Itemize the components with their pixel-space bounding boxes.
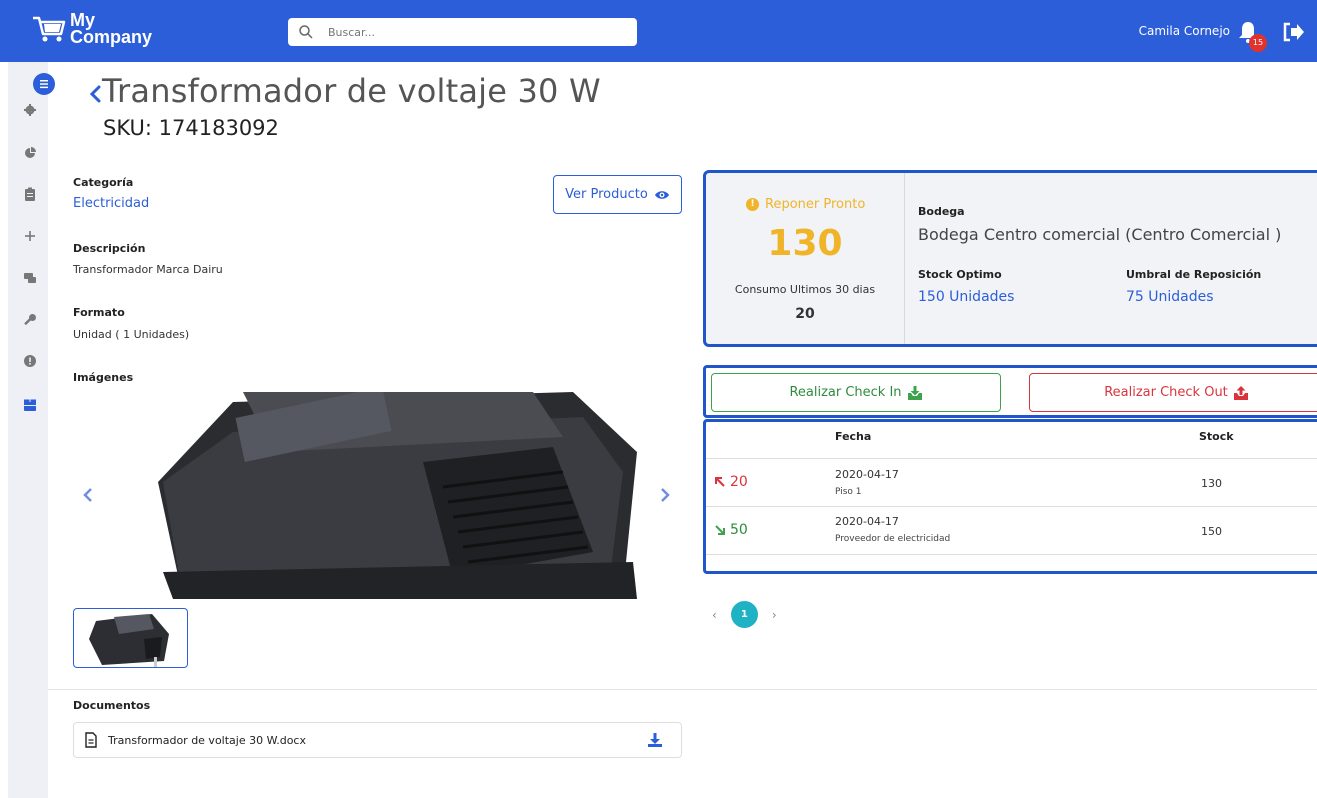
date-column-header: Fecha	[835, 430, 872, 443]
category-label: Categoría	[73, 176, 134, 189]
check-in-label: Realizar Check In	[789, 385, 902, 400]
check-actions-panel: Realizar Check In Realizar Check Out	[703, 365, 1317, 418]
arrow-down-right-icon	[715, 525, 725, 535]
next-page-button[interactable]: ›	[772, 608, 777, 622]
warning-icon: !	[746, 198, 759, 211]
movement-qty-value: 20	[730, 474, 748, 490]
documents-label: Documentos	[73, 699, 151, 712]
images-label: Imágenes	[73, 371, 134, 384]
current-stock-value: 130	[767, 223, 843, 264]
sidebar-item-products[interactable]	[22, 397, 38, 413]
movements-table: Fecha Stock 20 2020-04-17 Piso 1 130 50 …	[703, 419, 1317, 574]
document-item[interactable]: Transformador de voltaje 30 W.docx	[73, 722, 682, 758]
check-in-button[interactable]: Realizar Check In	[711, 373, 1001, 412]
brand-logo[interactable]: My Company	[32, 11, 153, 47]
pagination: ‹ 1 ›	[712, 601, 777, 628]
movement-note: Piso 1	[835, 487, 862, 497]
download-icon[interactable]	[647, 732, 663, 748]
check-out-label: Realizar Check Out	[1104, 385, 1228, 400]
clipboard-icon	[25, 187, 35, 201]
movement-date: 2020-04-17	[835, 515, 899, 528]
view-product-button[interactable]: Ver Producto	[553, 175, 682, 214]
gear-icon	[24, 104, 36, 116]
description-label: Descripción	[73, 242, 146, 255]
panel-divider	[904, 173, 905, 344]
product-sku: SKU: 174183092	[103, 116, 279, 140]
restock-alert-text: Reponer Pronto	[765, 197, 866, 212]
sidebar	[8, 62, 48, 798]
optimal-stock-value: 150 Unidades	[918, 289, 1015, 305]
prev-page-button[interactable]: ‹	[712, 608, 717, 622]
brand-name-line2: Company	[70, 27, 153, 47]
movement-note: Proveedor de electricidad	[835, 534, 951, 544]
optimal-stock-label: Stock Optimo	[918, 268, 1002, 281]
user-name[interactable]: Camila Cornejo	[1139, 24, 1230, 38]
menu-icon	[40, 80, 48, 89]
section-divider	[48, 689, 1317, 690]
search-icon	[299, 25, 313, 39]
image-thumbnail[interactable]	[73, 608, 188, 668]
row-divider	[706, 554, 1317, 555]
restock-alert: ! Reponer Pronto	[746, 197, 865, 212]
warehouse-value: Bodega Centro comercial (Centro Comercia…	[918, 225, 1282, 244]
plus-icon	[25, 231, 35, 241]
movement-qty: 20	[714, 474, 748, 490]
movement-stock: 130	[1201, 477, 1222, 490]
eye-icon	[654, 190, 669, 199]
thumbnail-photo	[89, 614, 169, 667]
view-product-label: Ver Producto	[565, 187, 648, 202]
sidebar-item-messages[interactable]	[22, 270, 38, 286]
consumption-value: 20	[795, 306, 815, 322]
threshold-value: 75 Unidades	[1126, 289, 1214, 305]
arrow-up-left-icon	[715, 477, 725, 487]
tray-download-icon	[907, 385, 922, 400]
format-label: Formato	[73, 306, 125, 319]
movement-qty: 50	[714, 522, 748, 538]
stock-summary-panel: ! Reponer Pronto 130 Consumo Ultimos 30 …	[703, 170, 1317, 347]
movement-qty-value: 50	[730, 522, 748, 538]
chat-icon	[24, 273, 36, 283]
document-name: Transformador de voltaje 30 W.docx	[108, 733, 306, 747]
top-bar: My Company Camila Cornejo 15	[0, 0, 1317, 62]
wrench-icon	[24, 314, 36, 326]
search-box[interactable]	[288, 18, 637, 46]
row-divider	[706, 506, 1317, 507]
menu-toggle-button[interactable]	[33, 73, 55, 95]
pie-chart-icon	[25, 147, 36, 158]
threshold-label: Umbral de Reposición	[1126, 268, 1262, 281]
cart-icon	[33, 16, 66, 42]
sidebar-item-add[interactable]	[22, 228, 38, 244]
sidebar-item-alerts[interactable]	[22, 353, 38, 369]
search-input[interactable]	[328, 25, 618, 39]
product-image	[103, 392, 637, 599]
carousel-next-icon[interactable]	[657, 484, 673, 506]
movement-date: 2020-04-17	[835, 468, 899, 481]
description-value: Transformador Marca Dairu	[73, 263, 223, 276]
logout-icon[interactable]	[1283, 22, 1305, 42]
transformer-photo	[103, 392, 637, 599]
notification-badge: 15	[1249, 34, 1267, 52]
page-1-button[interactable]: 1	[730, 601, 758, 628]
alert-icon	[24, 355, 36, 367]
sidebar-item-inventory[interactable]	[22, 186, 38, 202]
warehouse-label: Bodega	[918, 205, 965, 218]
movement-stock: 150	[1201, 525, 1222, 538]
stock-column-header: Stock	[1199, 430, 1234, 443]
sidebar-item-tools[interactable]	[22, 312, 38, 328]
sidebar-item-reports[interactable]	[22, 145, 38, 161]
category-value[interactable]: Electricidad	[73, 196, 149, 211]
format-value: Unidad ( 1 Unidades)	[73, 328, 190, 341]
carousel-prev-icon[interactable]	[80, 484, 96, 506]
consumption-label: Consumo Ultimos 30 dias	[734, 283, 876, 296]
page-title: Transformador de voltaje 30 W	[102, 72, 601, 110]
sidebar-item-settings[interactable]	[22, 102, 38, 118]
tray-upload-icon	[1233, 385, 1248, 400]
file-icon	[85, 732, 97, 748]
header-divider	[706, 458, 1317, 459]
check-out-button[interactable]: Realizar Check Out	[1029, 373, 1317, 412]
box-icon	[24, 399, 36, 411]
